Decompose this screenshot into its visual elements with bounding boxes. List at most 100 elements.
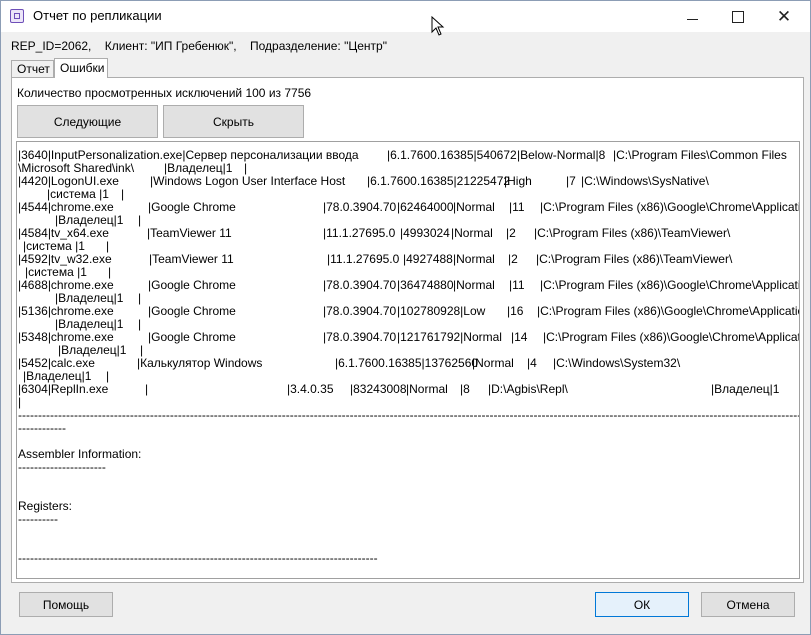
log-fragment: | <box>140 343 144 357</box>
log-fragment: | <box>145 382 149 396</box>
log-fragment: | <box>108 265 112 279</box>
registers-heading: Registers: <box>18 499 73 513</box>
log-fragment: |система |1 <box>25 265 87 279</box>
log-fragment: |TeamViewer 11 <box>149 252 234 266</box>
log-fragment: |C:\Windows\SysNative\ <box>581 174 709 188</box>
log-fragment: |4993024 <box>400 226 450 240</box>
log-fragment: |6304|ReplIn.exe <box>18 382 109 396</box>
log-fragment: |2 <box>508 252 518 266</box>
log-fragment: |78.0.3904.70 <box>323 330 397 344</box>
log-fragment: |7 <box>566 174 576 188</box>
next-button[interactable]: Следующие <box>17 105 158 138</box>
log-fragment: |5348|chrome.exe <box>18 330 114 344</box>
log-fragment: |4688|chrome.exe <box>18 278 114 292</box>
log-fragment: |C:\Program Files (x86)\TeamViewer\ <box>534 226 731 240</box>
log-fragment: |78.0.3904.70 <box>323 304 397 318</box>
window-title: Отчет по репликации <box>33 8 162 23</box>
log-fragment: |6.1.7600.16385|540672 <box>387 148 517 162</box>
log-fragment: |C:\Program Files (x86)\Google\Chrome\Ap… <box>543 330 800 344</box>
help-button[interactable]: Помощь <box>19 592 113 617</box>
error-log-textarea[interactable]: |3640|InputPersonalization.exe|Сервер пе… <box>16 141 800 579</box>
title-bar[interactable]: Отчет по репликации ✕ <box>1 1 810 36</box>
assembler-heading: Assembler Information: <box>18 447 142 461</box>
log-fragment: \Microsoft Shared\ink\ <box>18 161 135 175</box>
log-fragment: |Владелец|1 <box>711 382 780 396</box>
close-button[interactable]: ✕ <box>761 1 807 32</box>
log-fragment: |4420|LogonUI.exe <box>18 174 119 188</box>
log-fragment: |Google Chrome <box>148 278 236 292</box>
log-fragment: | <box>106 239 110 253</box>
log-fragment: |5452|calc.exe <box>18 356 95 370</box>
log-fragment: |C:\Program Files (x86)\Google\Chrome\Ap… <box>540 278 800 292</box>
cancel-button[interactable]: Отмена <box>701 592 795 617</box>
mouse-cursor-icon <box>431 16 445 36</box>
log-fragment: |Normal <box>406 382 448 396</box>
minimize-icon <box>686 19 698 20</box>
log-fragment: |11 <box>509 200 525 214</box>
log-fragment: |система |1 <box>47 187 109 201</box>
replication-info: REP_ID=2062, Клиент: "ИП Гребенюк", Подр… <box>11 39 387 53</box>
log-fragment: |6.1.7600.16385|13762560 <box>335 356 479 370</box>
log-fragment: |Владелец|1 <box>55 291 124 305</box>
log-fragment: |Normal <box>472 356 514 370</box>
log-fragment: |C:\Program Files (x86)\TeamViewer\ <box>536 252 733 266</box>
log-fragment: |4 <box>527 356 537 370</box>
log-fragment: |Владелец|1 <box>164 161 233 175</box>
log-fragment: |D:\Agbis\Repl\ <box>488 382 568 396</box>
log-fragment: |Google Chrome <box>148 304 236 318</box>
log-fragment: |4592|tv_w32.exe <box>18 252 112 266</box>
ok-button[interactable]: ОК <box>595 592 689 617</box>
hide-button[interactable]: Скрыть <box>163 105 304 138</box>
log-fragment: |C:\Program Files (x86)\Google\Chrome\Ap… <box>540 200 800 214</box>
exceptions-count-label: Количество просмотренных исключений 100 … <box>17 86 312 100</box>
tab-errors[interactable]: Ошибки <box>54 58 108 78</box>
log-fragment: |11.1.27695.0 <box>323 226 396 240</box>
separator-line: ------------ <box>18 421 66 435</box>
maximize-button[interactable] <box>715 1 761 32</box>
close-icon: ✕ <box>776 7 792 26</box>
log-fragment: | <box>121 187 125 201</box>
separator-line: ---------- <box>18 512 58 526</box>
log-fragment: |Normal <box>453 252 495 266</box>
log-fragment: |16 <box>507 304 524 318</box>
errors-panel: Количество просмотренных исключений 100 … <box>11 77 804 583</box>
log-fragment: | <box>138 213 142 227</box>
log-fragment: |Владелец|1 <box>55 317 124 331</box>
log-fragment: |High <box>504 174 532 188</box>
app-icon <box>10 9 24 23</box>
log-fragment: | <box>18 395 22 409</box>
log-fragment: |14 <box>511 330 528 344</box>
log-fragment: |C:\Program Files (x86)\Google\Chrome\Ap… <box>537 304 800 318</box>
log-fragment: |C:\Windows\System32\ <box>553 356 681 370</box>
log-fragment: | <box>106 369 110 383</box>
log-fragment: |102780928|Low <box>397 304 486 318</box>
log-fragment: |C:\Program Files\Common Files <box>613 148 787 162</box>
log-fragment: |Normal <box>453 278 495 292</box>
log-fragment: |Windows Logon User Interface Host <box>150 174 346 188</box>
separator-line: ---------------------- <box>18 460 106 474</box>
log-fragment: |4544|chrome.exe <box>18 200 114 214</box>
separator-line: ----------------------------------------… <box>18 408 800 422</box>
log-fragment: |3640|InputPersonalization.exe|Сервер пе… <box>18 148 359 162</box>
log-fragment: |2 <box>506 226 516 240</box>
report-window: Отчет по репликации ✕ REP_ID=2062, Клиен… <box>0 0 811 635</box>
log-fragment: |3.4.0.35 <box>287 382 334 396</box>
log-fragment: |62464000 <box>397 200 454 214</box>
log-fragment: |Владелец|1 <box>23 369 92 383</box>
minimize-button[interactable] <box>669 1 715 32</box>
log-fragment: |36474880 <box>397 278 454 292</box>
log-fragment: |Калькулятор Windows <box>137 356 263 370</box>
log-fragment: |5136|chrome.exe <box>18 304 114 318</box>
log-fragment: |78.0.3904.70 <box>323 278 397 292</box>
log-fragment: |78.0.3904.70 <box>323 200 397 214</box>
log-fragment: |Владелец|1 <box>58 343 127 357</box>
log-fragment: |Below-Normal|8 <box>517 148 606 162</box>
log-fragment: |Google Chrome <box>148 330 236 344</box>
log-fragment: |Normal <box>451 226 493 240</box>
log-fragment: |11 <box>509 278 525 292</box>
log-fragment: |Владелец|1 <box>55 213 124 227</box>
log-fragment: |TeamViewer 11 <box>147 226 232 240</box>
log-fragment: | <box>244 161 248 175</box>
tab-report[interactable]: Отчет <box>11 60 54 77</box>
log-fragment: |83243008 <box>350 382 407 396</box>
